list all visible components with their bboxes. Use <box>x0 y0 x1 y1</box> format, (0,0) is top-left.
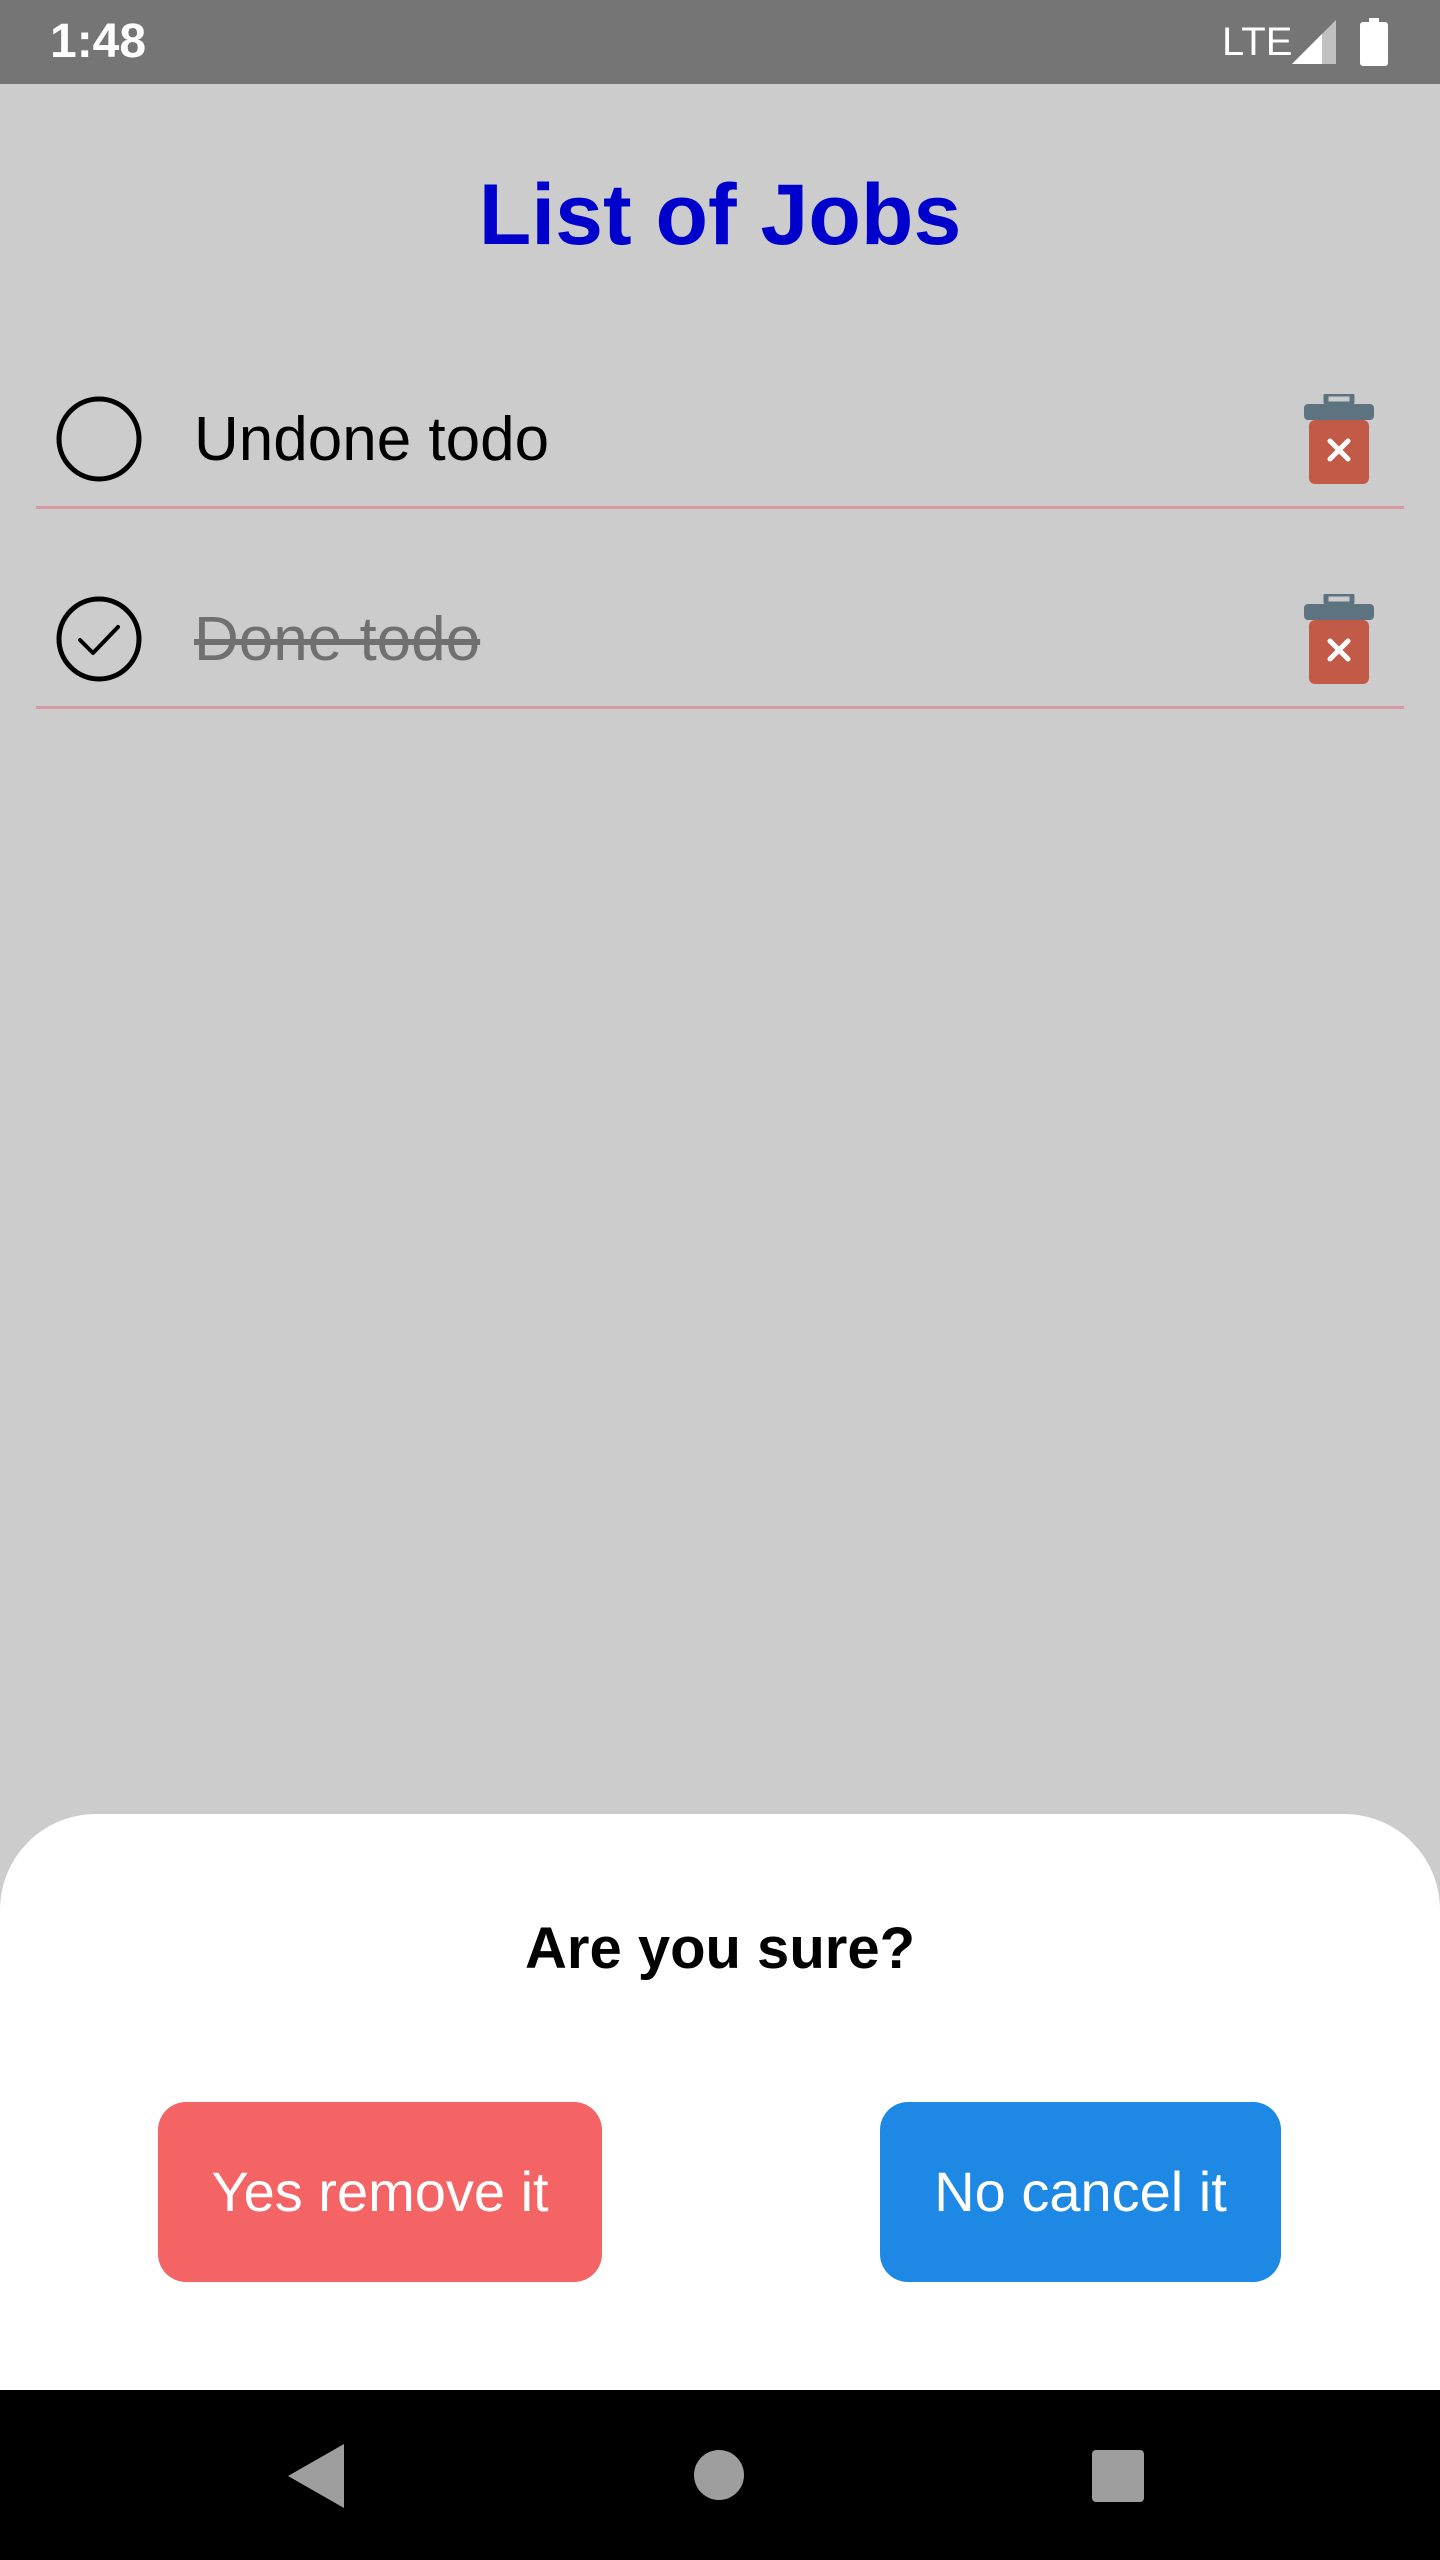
confirm-bottom-sheet: Are you sure? Yes remove it No cancel it <box>0 1814 1440 2390</box>
cell-signal-icon <box>1292 20 1336 64</box>
todo-text[interactable]: Undone todo <box>194 404 549 476</box>
trash-delete-icon[interactable] <box>1304 594 1374 684</box>
home-circle-icon[interactable] <box>694 2450 744 2500</box>
dialog-title: Are you sure? <box>525 1916 915 1981</box>
confirm-remove-button[interactable]: Yes remove it <box>158 2102 602 2282</box>
trash-delete-icon[interactable] <box>1304 394 1374 484</box>
cancel-button[interactable]: No cancel it <box>880 2102 1281 2282</box>
check-circle-icon[interactable] <box>56 596 142 682</box>
status-time: 1:48 <box>50 15 147 68</box>
system-nav-bar <box>0 2390 1440 2560</box>
page-title: List of Jobs <box>478 167 962 263</box>
todo-text[interactable]: Done todo <box>194 604 480 676</box>
status-bar: 1:48 LTE <box>0 0 1440 84</box>
todo-item: Done todo <box>36 526 1404 709</box>
network-type: LTE <box>1222 20 1293 64</box>
back-triangle-icon[interactable] <box>288 2444 344 2508</box>
battery-icon <box>1360 18 1388 66</box>
recents-square-icon[interactable] <box>1092 2450 1144 2502</box>
todo-item: Undone todo <box>36 326 1404 509</box>
empty-circle-icon[interactable] <box>56 396 142 482</box>
